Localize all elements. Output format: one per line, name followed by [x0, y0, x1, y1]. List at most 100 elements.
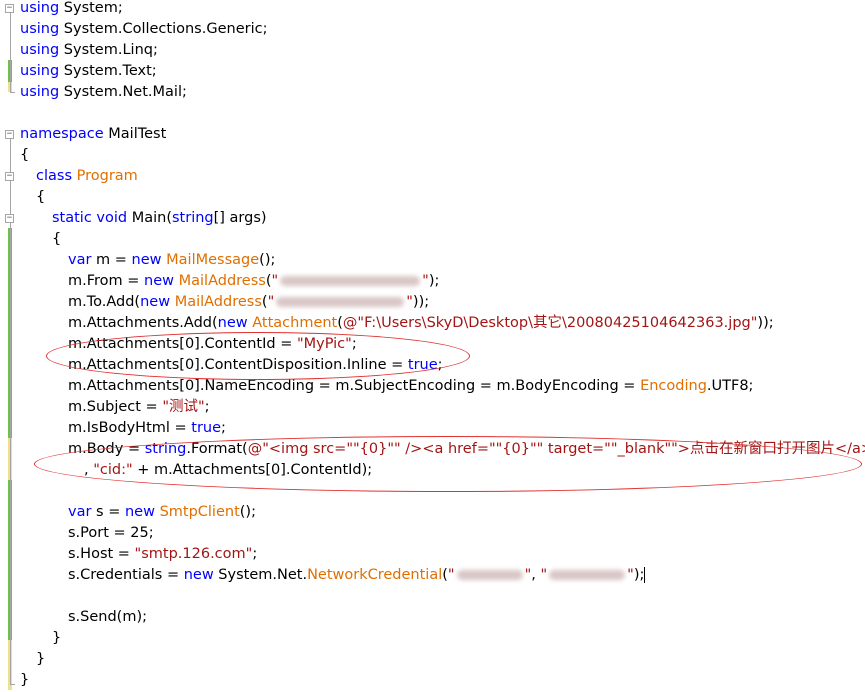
code-line[interactable]: var s = new SmtpClient();: [68, 502, 256, 523]
code-token: System.Text;: [59, 63, 157, 79]
code-token: ": [267, 294, 275, 310]
code-token: ;: [221, 420, 226, 436]
outline-end: [10, 92, 15, 93]
fold-toggle-icon[interactable]: −: [5, 172, 14, 181]
code-token: System;: [59, 0, 123, 16]
code-token: ();: [259, 252, 276, 268]
code-token: s.Port = 25;: [68, 525, 154, 541]
code-token: ": [406, 294, 413, 310]
code-token: ": [627, 567, 634, 583]
code-token: void: [96, 210, 128, 226]
code-line[interactable]: s.Port = 25;: [68, 523, 154, 544]
code-line[interactable]: var m = new MailMessage();: [68, 250, 275, 271]
redacted-text: [456, 570, 523, 580]
code-line[interactable]: using System.Net.Mail;: [20, 82, 187, 103]
code-line[interactable]: }: [20, 670, 29, 691]
code-token: System.Collections.Generic;: [59, 21, 268, 37]
code-token: new: [144, 273, 175, 289]
code-token: "测试": [162, 399, 205, 415]
code-token: {: [20, 147, 30, 163]
code-token: new: [183, 567, 214, 583]
code-line[interactable]: using System.Collections.Generic;: [20, 19, 267, 40]
code-token: new: [140, 294, 171, 310]
code-token: s.Host =: [68, 546, 135, 562]
code-token: System.Net.: [213, 567, 308, 583]
code-line[interactable]: {: [52, 229, 61, 250]
code-line[interactable]: using System;: [20, 0, 123, 19]
code-line[interactable]: s.Send(m);: [68, 607, 147, 628]
code-token: namespace: [20, 126, 104, 142]
code-token: new: [217, 315, 248, 331]
code-token: ();: [239, 504, 256, 520]
code-token: Encoding: [640, 378, 707, 394]
code-token: System.Linq;: [59, 42, 158, 58]
code-line[interactable]: m.IsBodyHtml = true;: [68, 418, 226, 439]
fold-toggle-icon[interactable]: −: [5, 214, 14, 223]
code-token: ;: [252, 546, 258, 562]
code-token: m.From =: [68, 273, 145, 289]
code-token: ;: [204, 399, 210, 415]
code-token: string: [172, 210, 214, 226]
code-token: @"F:\Users\SkyD\Desktop\其它\2008042510464…: [342, 315, 758, 331]
code-token: var: [68, 504, 92, 520]
redacted-text: [276, 297, 405, 307]
highlight-ellipse-body: [34, 436, 862, 492]
text-caret: [644, 567, 646, 583]
code-token: .UTF8;: [706, 378, 754, 394]
code-token: }: [36, 651, 46, 667]
code-token: ": [447, 567, 455, 583]
code-line[interactable]: }: [52, 628, 61, 649]
code-line[interactable]: namespace MailTest: [20, 124, 166, 145]
code-line[interactable]: m.Subject = "测试";: [68, 397, 210, 418]
code-token: Main(: [127, 210, 172, 226]
code-line[interactable]: m.Attachments.Add(new Attachment(@"F:\Us…: [68, 313, 774, 334]
code-line[interactable]: s.Host = "smtp.126.com";: [68, 544, 257, 565]
code-token: ": [271, 273, 279, 289]
code-token: MailTest: [103, 126, 167, 142]
code-line[interactable]: }: [36, 649, 45, 670]
code-token: ": [540, 567, 548, 583]
code-token: {: [36, 189, 46, 205]
code-token: m.Attachments[0].NameEncoding = m.Subjec…: [68, 378, 641, 394]
code-line[interactable]: s.Credentials = new System.Net.NetworkCr…: [68, 565, 646, 586]
code-token: static: [52, 210, 92, 226]
highlight-ellipse-contentid: [46, 332, 470, 380]
code-line[interactable]: static void Main(string[] args): [52, 208, 267, 229]
code-token: SmtpClient: [159, 504, 240, 520]
fold-toggle-icon[interactable]: −: [5, 130, 14, 139]
code-token: );: [428, 273, 440, 289]
code-token: m.Attachments.Add(: [68, 315, 218, 331]
code-token: using: [20, 21, 60, 37]
fold-toggle-icon[interactable]: −: [5, 4, 14, 13]
code-token: );: [633, 567, 645, 583]
outline-line: [10, 13, 11, 93]
code-token: "smtp.126.com": [134, 546, 253, 562]
code-token: NetworkCredential: [307, 567, 443, 583]
code-token: using: [20, 42, 60, 58]
code-token: var: [68, 252, 92, 268]
code-token: s =: [91, 504, 125, 520]
code-token: true: [191, 420, 222, 436]
code-token: new: [124, 504, 155, 520]
code-token: MailAddress: [174, 294, 262, 310]
code-line[interactable]: {: [36, 187, 45, 208]
code-token: using: [20, 84, 60, 100]
code-token: s.Credentials =: [68, 567, 184, 583]
code-line[interactable]: m.Attachments[0].NameEncoding = m.Subjec…: [68, 376, 753, 397]
code-token: [] args): [213, 210, 267, 226]
code-token: {: [52, 231, 62, 247]
code-line[interactable]: using System.Linq;: [20, 40, 158, 61]
code-line[interactable]: using System.Text;: [20, 61, 157, 82]
code-token: System.Net.Mail;: [59, 84, 187, 100]
code-token: m =: [91, 252, 132, 268]
code-token: m.IsBodyHtml =: [68, 420, 192, 436]
code-line[interactable]: {: [20, 145, 29, 166]
code-token: MailMessage: [166, 252, 260, 268]
code-line[interactable]: m.To.Add(new MailAddress(" "));: [68, 292, 429, 313]
code-editor[interactable]: − − − − using System; using System.Collectio…: [0, 0, 865, 692]
code-line[interactable]: class Program: [36, 166, 138, 187]
code-token: ));: [412, 294, 430, 310]
code-token: using: [20, 63, 60, 79]
code-token: class: [36, 168, 72, 184]
code-line[interactable]: m.From = new MailAddress(" ");: [68, 271, 439, 292]
